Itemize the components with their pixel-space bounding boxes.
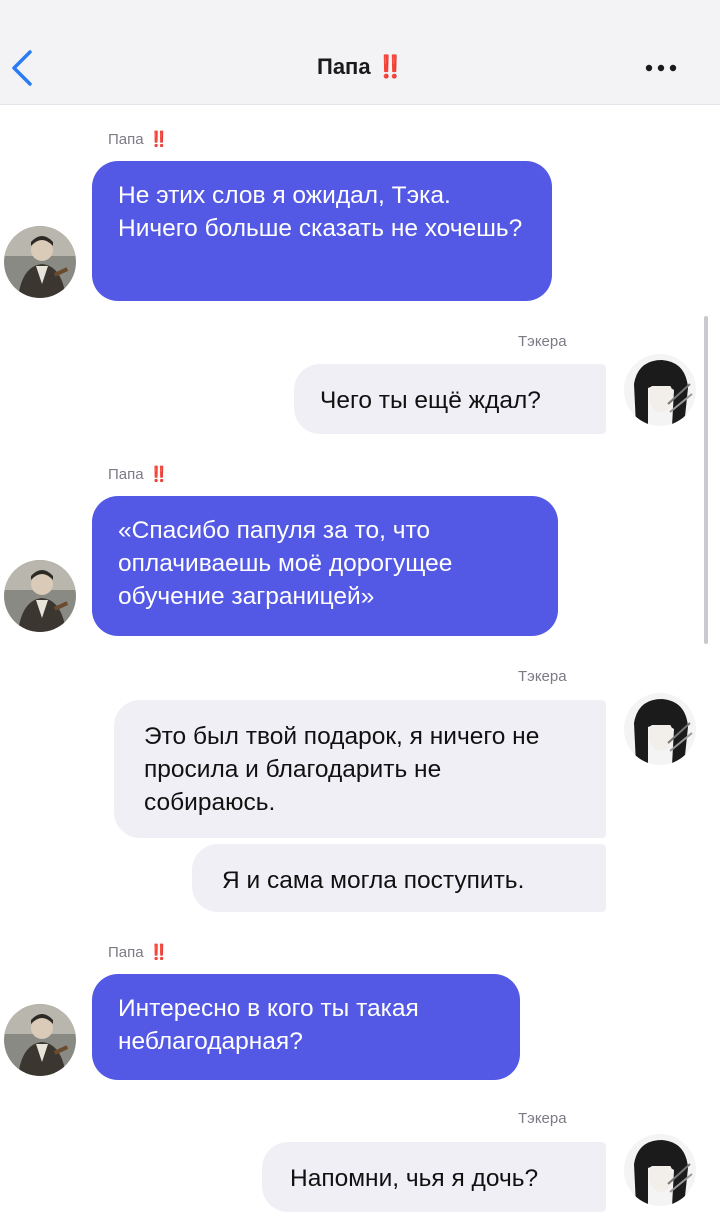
- chat-screen: Папа ‼️ Папа ‼️ Не этих слов я ожидал, Тэк…: [0, 0, 720, 1228]
- double-exclamation-icon: ‼️: [376, 54, 404, 79]
- double-exclamation-icon: ‼️: [149, 944, 169, 961]
- sender-label: Тэкера: [518, 668, 567, 685]
- sender-name: Тэкера: [518, 668, 567, 685]
- chat-title: Папа ‼️: [0, 54, 720, 80]
- message-bubble-outgoing[interactable]: Это был твой подарок, я ничего не просил…: [114, 700, 606, 838]
- more-button[interactable]: [642, 58, 682, 78]
- sender-label: Папа ‼️: [108, 130, 169, 148]
- sender-name: Папа: [108, 944, 144, 961]
- sender-name: Папа: [108, 466, 144, 483]
- message-bubble-outgoing[interactable]: Я и сама могла поступить.: [192, 844, 606, 912]
- sender-name: Папа: [108, 131, 144, 148]
- double-exclamation-icon: ‼️: [149, 466, 169, 483]
- user-avatar[interactable]: [624, 693, 696, 765]
- double-exclamation-icon: ‼️: [149, 131, 169, 148]
- chat-header: Папа ‼️: [0, 0, 720, 105]
- sender-name: Тэкера: [518, 333, 567, 350]
- chat-title-name: Папа: [317, 54, 371, 79]
- father-avatar[interactable]: [4, 226, 76, 298]
- father-avatar[interactable]: [4, 1004, 76, 1076]
- father-avatar[interactable]: [4, 560, 76, 632]
- more-dots-icon: [645, 64, 677, 72]
- sender-label: Папа ‼️: [108, 465, 169, 483]
- user-avatar[interactable]: [624, 354, 696, 426]
- message-bubble-incoming[interactable]: Не этих слов я ожидал, Тэка. Ничего боль…: [92, 161, 552, 301]
- sender-name: Тэкера: [518, 1110, 567, 1127]
- sender-label: Тэкера: [518, 1110, 567, 1127]
- user-avatar[interactable]: [624, 1134, 696, 1206]
- sender-label: Тэкера: [518, 333, 567, 350]
- message-bubble-outgoing[interactable]: Чего ты ещё ждал?: [294, 364, 606, 434]
- message-bubble-incoming[interactable]: Интересно в кого ты такая неблагодарная?: [92, 974, 520, 1080]
- scrollbar[interactable]: [704, 316, 708, 644]
- message-bubble-incoming[interactable]: «Спасибо папуля за то, что оплачиваешь м…: [92, 496, 558, 636]
- message-bubble-outgoing[interactable]: Напомни, чья я дочь?: [262, 1142, 606, 1212]
- sender-label: Папа ‼️: [108, 943, 169, 961]
